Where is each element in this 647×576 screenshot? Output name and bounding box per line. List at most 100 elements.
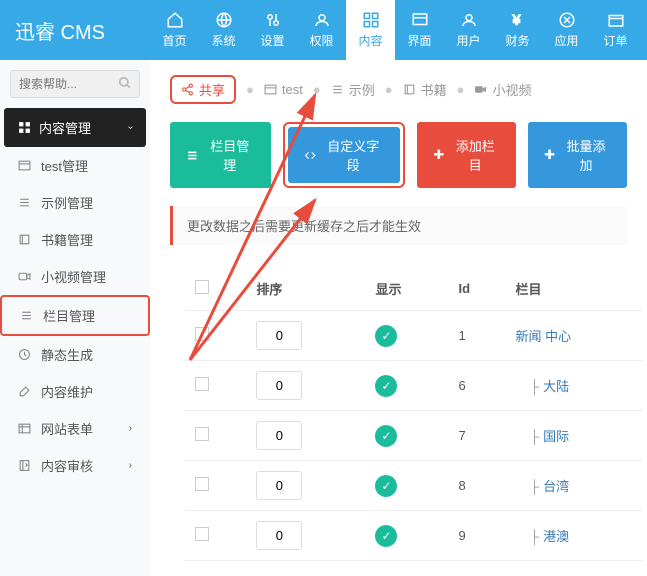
- header-id: Id: [449, 267, 506, 311]
- breadcrumb-test[interactable]: test: [264, 82, 303, 97]
- chevron-right-icon: ›: [129, 423, 132, 434]
- nav-界面[interactable]: 界面: [395, 0, 444, 60]
- show-toggle[interactable]: ✓: [375, 525, 397, 547]
- chevron-right-icon: ›: [129, 460, 132, 471]
- menu-icon: [18, 270, 31, 283]
- row-checkbox[interactable]: [195, 327, 209, 341]
- show-toggle[interactable]: ✓: [375, 325, 397, 347]
- menu-icon: [18, 196, 31, 209]
- sort-input[interactable]: [256, 521, 302, 550]
- nav-icon: [313, 11, 331, 29]
- nav-设置[interactable]: 设置: [248, 0, 297, 60]
- notice-banner: 更改数据之后需要更新缓存之后才能生效: [170, 206, 627, 245]
- table-row: ✓7 ├国际: [185, 411, 642, 461]
- table-row: ✓9 ├港澳: [185, 511, 642, 561]
- sidebar-section-content-label: 内容管理: [39, 118, 91, 137]
- nav-用户[interactable]: 用户: [444, 0, 493, 60]
- nav-icon: [166, 11, 184, 29]
- sidebar-item-5[interactable]: 静态生成: [0, 336, 150, 373]
- row-checkbox[interactable]: [195, 477, 209, 491]
- show-toggle[interactable]: ✓: [375, 375, 397, 397]
- breadcrumb-video[interactable]: 小视频: [474, 80, 531, 99]
- search-icon[interactable]: [118, 76, 132, 93]
- menu-icon: [18, 159, 31, 172]
- header-checkbox[interactable]: [185, 267, 246, 311]
- breadcrumb-share-label: 共享: [199, 80, 225, 99]
- nav-icon: [264, 11, 282, 29]
- separator: ●: [246, 82, 254, 97]
- column-table: 排序 显示 Id 栏目 ✓1新闻 中心✓6 ├大陆✓7 ├国际✓8 ├台湾✓9 …: [185, 267, 642, 561]
- custom-field-button[interactable]: 自定义字段: [288, 127, 400, 183]
- table-row: ✓6 ├大陆: [185, 361, 642, 411]
- nav-icon: [215, 11, 233, 29]
- row-checkbox[interactable]: [195, 527, 209, 541]
- row-id: 1: [449, 311, 506, 361]
- sort-input[interactable]: [256, 321, 302, 350]
- nav-财务[interactable]: ¥财务: [493, 0, 542, 60]
- sidebar-item-form[interactable]: 网站表单 ›: [0, 410, 150, 447]
- separator: ●: [313, 82, 321, 97]
- nav-应用[interactable]: 应用: [542, 0, 591, 60]
- separator: ●: [457, 82, 465, 97]
- sidebar-section-content[interactable]: 内容管理 ›: [4, 108, 146, 147]
- header-sort: 排序: [246, 267, 365, 311]
- nav-icon: [411, 11, 429, 29]
- sidebar-item-6[interactable]: 内容维护: [0, 373, 150, 410]
- separator: ●: [385, 82, 393, 97]
- column-link[interactable]: 国际: [543, 429, 569, 444]
- sort-input[interactable]: [256, 371, 302, 400]
- sidebar-item-3[interactable]: 小视频管理: [0, 258, 150, 295]
- nav-内容[interactable]: 内容: [346, 0, 395, 60]
- menu-icon: [18, 385, 31, 398]
- sidebar-item-0[interactable]: test管理: [0, 147, 150, 184]
- highlight-custom-field: 自定义字段: [283, 122, 405, 188]
- row-checkbox[interactable]: [195, 377, 209, 391]
- table-row: ✓8 ├台湾: [185, 461, 642, 511]
- row-id: 9: [449, 511, 506, 561]
- breadcrumb-book[interactable]: 书籍: [403, 80, 447, 99]
- column-link[interactable]: 港澳: [543, 529, 569, 544]
- column-link[interactable]: 台湾: [543, 479, 569, 494]
- menu-icon: [18, 233, 31, 246]
- show-toggle[interactable]: ✓: [375, 425, 397, 447]
- nav-系统[interactable]: 系统: [199, 0, 248, 60]
- row-checkbox[interactable]: [195, 427, 209, 441]
- column-link[interactable]: 大陆: [543, 379, 569, 394]
- sidebar-item-2[interactable]: 书籍管理: [0, 221, 150, 258]
- header-show: 显示: [365, 267, 448, 311]
- column-manage-button[interactable]: 栏目管理: [170, 122, 271, 188]
- header-col: 栏目: [505, 267, 642, 311]
- nav-首页[interactable]: 首页: [150, 0, 199, 60]
- sidebar-item-form-label: 网站表单: [41, 419, 93, 438]
- sort-input[interactable]: [256, 471, 302, 500]
- nav-权限[interactable]: 权限: [297, 0, 346, 60]
- breadcrumb: 共享 ● test ● 示例 ● 书籍 ● 小视频: [170, 75, 627, 104]
- nav-icon: [362, 11, 380, 29]
- menu-icon: [20, 309, 33, 322]
- row-id: 8: [449, 461, 506, 511]
- nav-icon: [460, 11, 478, 29]
- breadcrumb-share[interactable]: 共享: [170, 75, 236, 104]
- search-container: [0, 60, 150, 108]
- sidebar-item-review-label: 内容审核: [41, 456, 93, 475]
- menu-icon: [18, 348, 31, 361]
- batch-add-button[interactable]: ✚批量添加: [528, 122, 627, 188]
- sort-input[interactable]: [256, 421, 302, 450]
- nav-订单[interactable]: 订单: [591, 0, 640, 60]
- app-logo: 迅睿 CMS: [0, 0, 150, 60]
- plus-icon: ✚: [433, 147, 444, 163]
- table-row: ✓ 1 新闻 中心: [185, 311, 642, 361]
- sidebar-item-4[interactable]: 栏目管理: [0, 295, 150, 336]
- chevron-down-icon: ›: [125, 126, 136, 129]
- sidebar-item-1[interactable]: 示例管理: [0, 184, 150, 221]
- plus-icon: ✚: [544, 147, 555, 163]
- sidebar-item-review[interactable]: 内容审核 ›: [0, 447, 150, 484]
- breadcrumb-example[interactable]: 示例: [331, 80, 375, 99]
- nav-icon: ¥: [509, 11, 527, 29]
- show-toggle[interactable]: ✓: [375, 475, 397, 497]
- svg-text:¥: ¥: [511, 13, 520, 28]
- nav-icon: [607, 11, 625, 29]
- nav-icon: [558, 11, 576, 29]
- add-column-button[interactable]: ✚添加栏目: [417, 122, 516, 188]
- column-link[interactable]: 新闻 中心: [515, 329, 571, 344]
